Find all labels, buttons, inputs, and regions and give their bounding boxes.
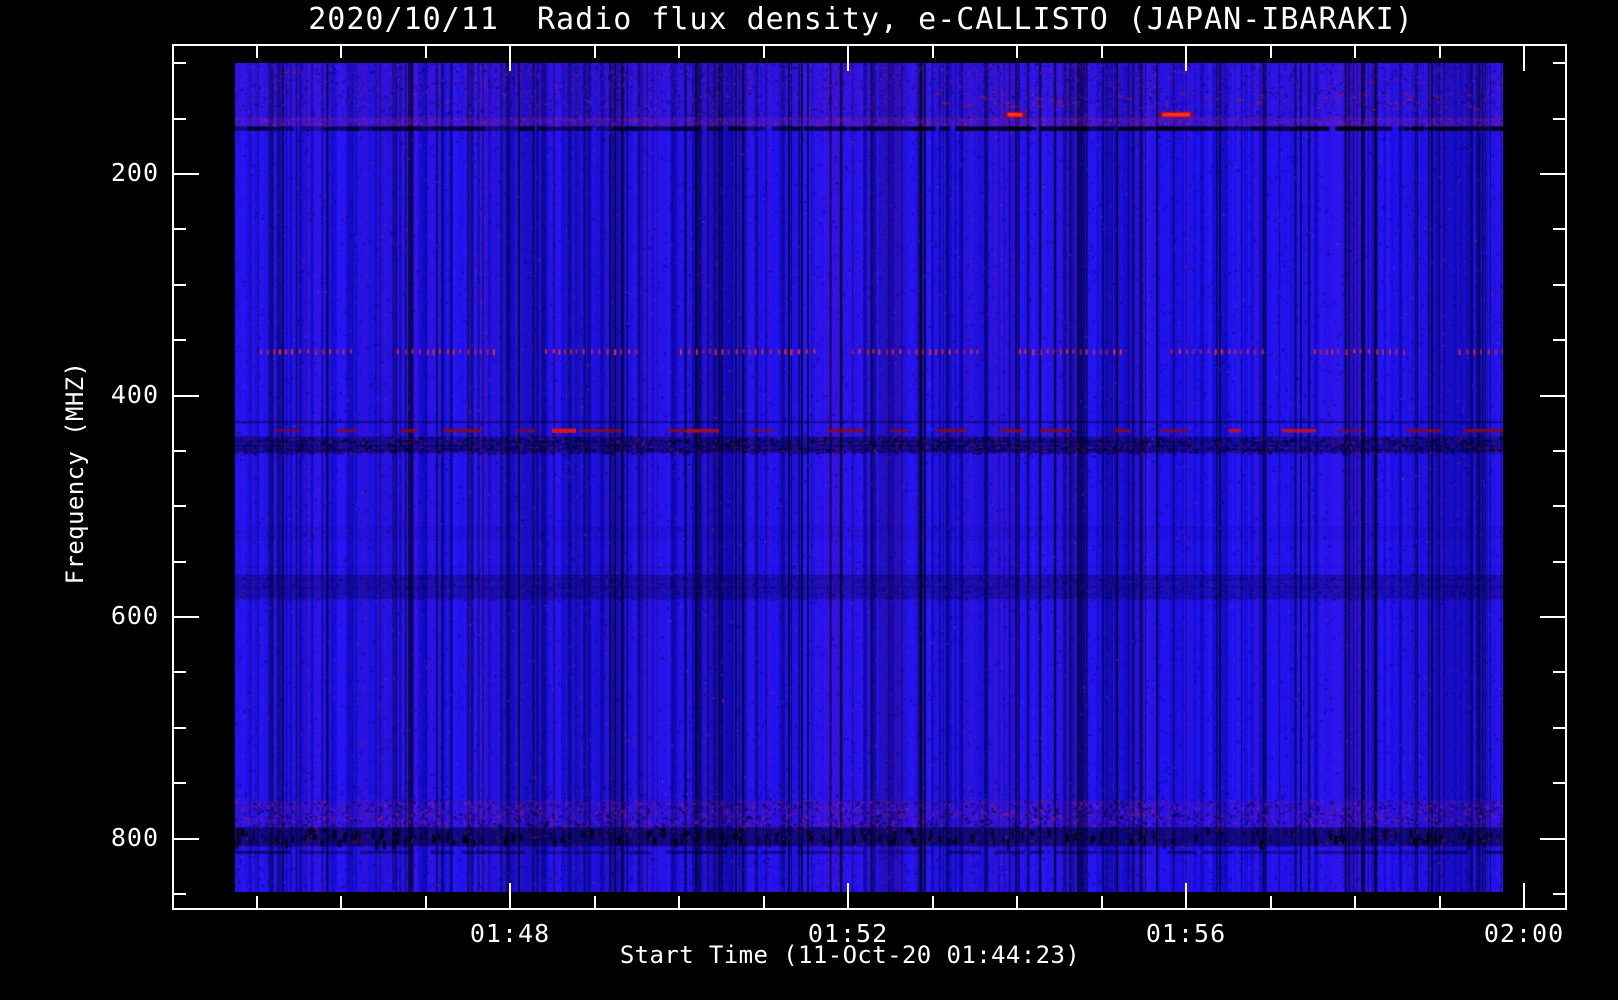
tick-mark bbox=[847, 883, 849, 910]
tick-mark bbox=[1540, 173, 1567, 175]
tick-mark bbox=[340, 44, 342, 58]
tick-mark bbox=[1553, 449, 1567, 452]
tick-mark bbox=[1269, 896, 1272, 910]
tick-mark bbox=[1185, 44, 1187, 71]
spectrogram-figure: 2020/10/11 Radio flux density, e-CALLIST… bbox=[0, 0, 1618, 1000]
tick-mark bbox=[1016, 44, 1018, 58]
tick-mark bbox=[1553, 117, 1567, 120]
tick-mark bbox=[678, 44, 680, 58]
tick-mark bbox=[1553, 726, 1567, 729]
tick-mark bbox=[1354, 44, 1356, 58]
tick-mark bbox=[172, 449, 186, 452]
tick-mark bbox=[172, 228, 186, 231]
tick-mark bbox=[1553, 228, 1567, 231]
tick-mark bbox=[678, 896, 680, 910]
tick-mark bbox=[172, 394, 199, 397]
tick-mark bbox=[172, 726, 186, 729]
tick-mark bbox=[1553, 560, 1567, 563]
tick-mark bbox=[509, 883, 511, 910]
tick-mark bbox=[172, 117, 186, 120]
tick-mark bbox=[172, 339, 186, 342]
tick-mark bbox=[762, 896, 765, 910]
tick-mark bbox=[1553, 339, 1567, 342]
tick-mark bbox=[172, 616, 199, 618]
plot-frame bbox=[172, 44, 1567, 910]
tick-mark bbox=[1553, 782, 1567, 785]
tick-mark bbox=[593, 44, 596, 58]
tick-mark bbox=[172, 837, 199, 840]
tick-mark bbox=[172, 782, 186, 785]
chart-title: 2020/10/11 Radio flux density, e-CALLIST… bbox=[308, 2, 1414, 37]
tick-mark bbox=[1553, 671, 1567, 674]
tick-mark bbox=[1553, 892, 1567, 895]
tick-mark bbox=[172, 283, 186, 286]
tick-mark bbox=[1540, 394, 1567, 397]
tick-mark bbox=[424, 44, 427, 58]
tick-mark bbox=[1185, 883, 1187, 910]
tick-mark bbox=[931, 44, 934, 58]
tick-mark bbox=[1354, 896, 1356, 910]
tick-mark bbox=[1438, 44, 1441, 58]
tick-mark bbox=[172, 62, 186, 65]
tick-mark bbox=[1553, 505, 1567, 508]
tick-mark bbox=[762, 44, 765, 58]
y-tick-label: 600 bbox=[110, 601, 159, 630]
y-tick-label: 200 bbox=[110, 158, 159, 187]
y-tick-label: 800 bbox=[110, 822, 159, 852]
tick-mark bbox=[255, 896, 258, 910]
tick-mark bbox=[1553, 62, 1567, 65]
tick-mark bbox=[255, 44, 258, 58]
tick-mark bbox=[424, 896, 427, 910]
tick-mark bbox=[172, 173, 199, 175]
tick-mark bbox=[1553, 283, 1567, 286]
tick-mark bbox=[593, 896, 596, 910]
tick-mark bbox=[1523, 883, 1525, 910]
tick-mark bbox=[1100, 44, 1103, 58]
tick-mark bbox=[847, 44, 849, 71]
tick-mark bbox=[1269, 44, 1272, 58]
tick-mark bbox=[172, 671, 186, 674]
y-tick-label: 400 bbox=[110, 379, 159, 409]
tick-mark bbox=[172, 505, 186, 508]
tick-mark bbox=[340, 896, 342, 910]
tick-mark bbox=[1540, 616, 1567, 618]
tick-mark bbox=[509, 44, 511, 71]
tick-mark bbox=[1016, 896, 1018, 910]
x-axis-title: Start Time (11-Oct-20 01:44:23) bbox=[619, 941, 1081, 969]
tick-mark bbox=[1100, 896, 1103, 910]
tick-mark bbox=[172, 560, 186, 563]
tick-mark bbox=[1438, 896, 1441, 910]
tick-mark bbox=[1540, 837, 1567, 840]
tick-mark bbox=[1523, 44, 1525, 71]
tick-mark bbox=[172, 892, 186, 895]
tick-mark bbox=[931, 896, 934, 910]
